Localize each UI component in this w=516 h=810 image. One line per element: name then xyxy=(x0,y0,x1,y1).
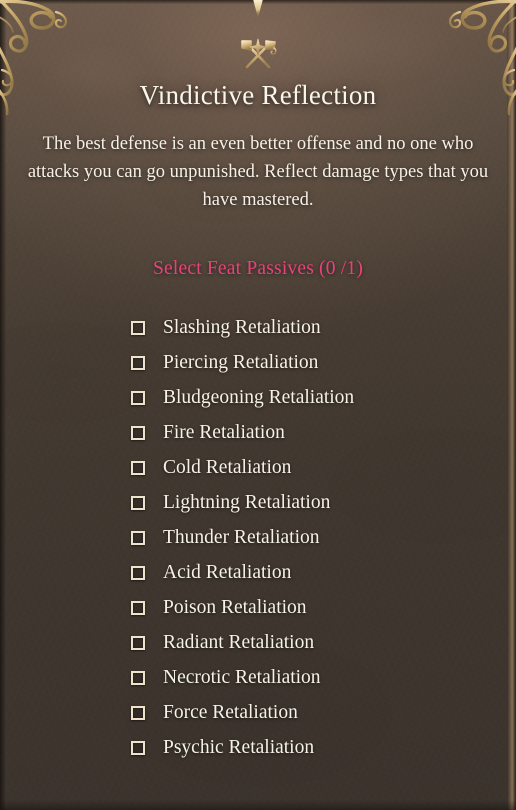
crossed-axe-hammer-icon xyxy=(241,38,277,69)
passive-label: Slashing Retaliation xyxy=(163,316,321,338)
checkbox-icon[interactable] xyxy=(131,705,145,720)
select-feat-passives-heading: Select Feat Passives (0 /1) xyxy=(0,258,516,280)
checkbox-icon[interactable] xyxy=(131,390,145,405)
list-item[interactable]: Force Retaliation xyxy=(131,695,516,730)
checkbox-icon[interactable] xyxy=(131,530,145,545)
list-item[interactable]: Slashing Retaliation xyxy=(131,310,516,345)
passive-label: Radiant Retaliation xyxy=(163,631,315,653)
checkbox-icon[interactable] xyxy=(131,355,145,370)
passive-label: Thunder Retaliation xyxy=(163,526,320,548)
list-item[interactable]: Lightning Retaliation xyxy=(131,485,516,520)
passive-label: Necrotic Retaliation xyxy=(163,666,321,688)
checkbox-icon[interactable] xyxy=(131,635,145,650)
passive-label: Bludgeoning Retaliation xyxy=(163,386,355,408)
passive-label: Lightning Retaliation xyxy=(163,491,331,513)
list-item[interactable]: Necrotic Retaliation xyxy=(131,660,516,695)
checkbox-icon[interactable] xyxy=(131,495,145,510)
page-title: Vindictive Reflection xyxy=(139,80,377,110)
list-item[interactable]: Fire Retaliation xyxy=(131,415,516,450)
passive-label: Piercing Retaliation xyxy=(163,351,319,373)
list-item[interactable]: Thunder Retaliation xyxy=(131,520,516,555)
checkbox-icon[interactable] xyxy=(131,600,145,615)
checkbox-icon[interactable] xyxy=(131,740,145,755)
list-item[interactable]: Poison Retaliation xyxy=(131,590,516,625)
list-item[interactable]: Bludgeoning Retaliation xyxy=(131,380,516,415)
panel-content: Vindictive Reflection The best defense i… xyxy=(0,0,516,765)
checkbox-icon[interactable] xyxy=(131,320,145,335)
passive-label: Psychic Retaliation xyxy=(163,736,315,758)
feat-description: The best defense is an even better offen… xyxy=(27,134,489,211)
section-heading-label: Select Feat Passives xyxy=(152,258,315,280)
list-item[interactable]: Radiant Retaliation xyxy=(131,625,516,660)
feat-passive-tooltip-panel: Vindictive Reflection The best defense i… xyxy=(0,0,516,810)
checkbox-icon[interactable] xyxy=(131,425,145,440)
checkbox-icon[interactable] xyxy=(131,670,145,685)
list-item[interactable]: Acid Retaliation xyxy=(131,555,516,590)
passive-label: Cold Retaliation xyxy=(163,456,292,478)
passive-label: Fire Retaliation xyxy=(163,421,285,443)
checkbox-icon[interactable] xyxy=(131,460,145,475)
list-item[interactable]: Piercing Retaliation xyxy=(131,345,516,380)
feat-passive-list: Slashing Retaliation Piercing Retaliation… xyxy=(0,310,516,765)
list-item[interactable]: Psychic Retaliation xyxy=(131,730,516,765)
checkbox-icon[interactable] xyxy=(131,565,145,580)
passive-label: Acid Retaliation xyxy=(163,561,292,583)
list-item[interactable]: Cold Retaliation xyxy=(131,450,516,485)
panel-bottom-edge xyxy=(0,800,516,810)
selection-count-badge: (0 /1) xyxy=(319,258,364,280)
passive-label: Poison Retaliation xyxy=(163,596,307,618)
passive-label: Force Retaliation xyxy=(163,701,298,723)
